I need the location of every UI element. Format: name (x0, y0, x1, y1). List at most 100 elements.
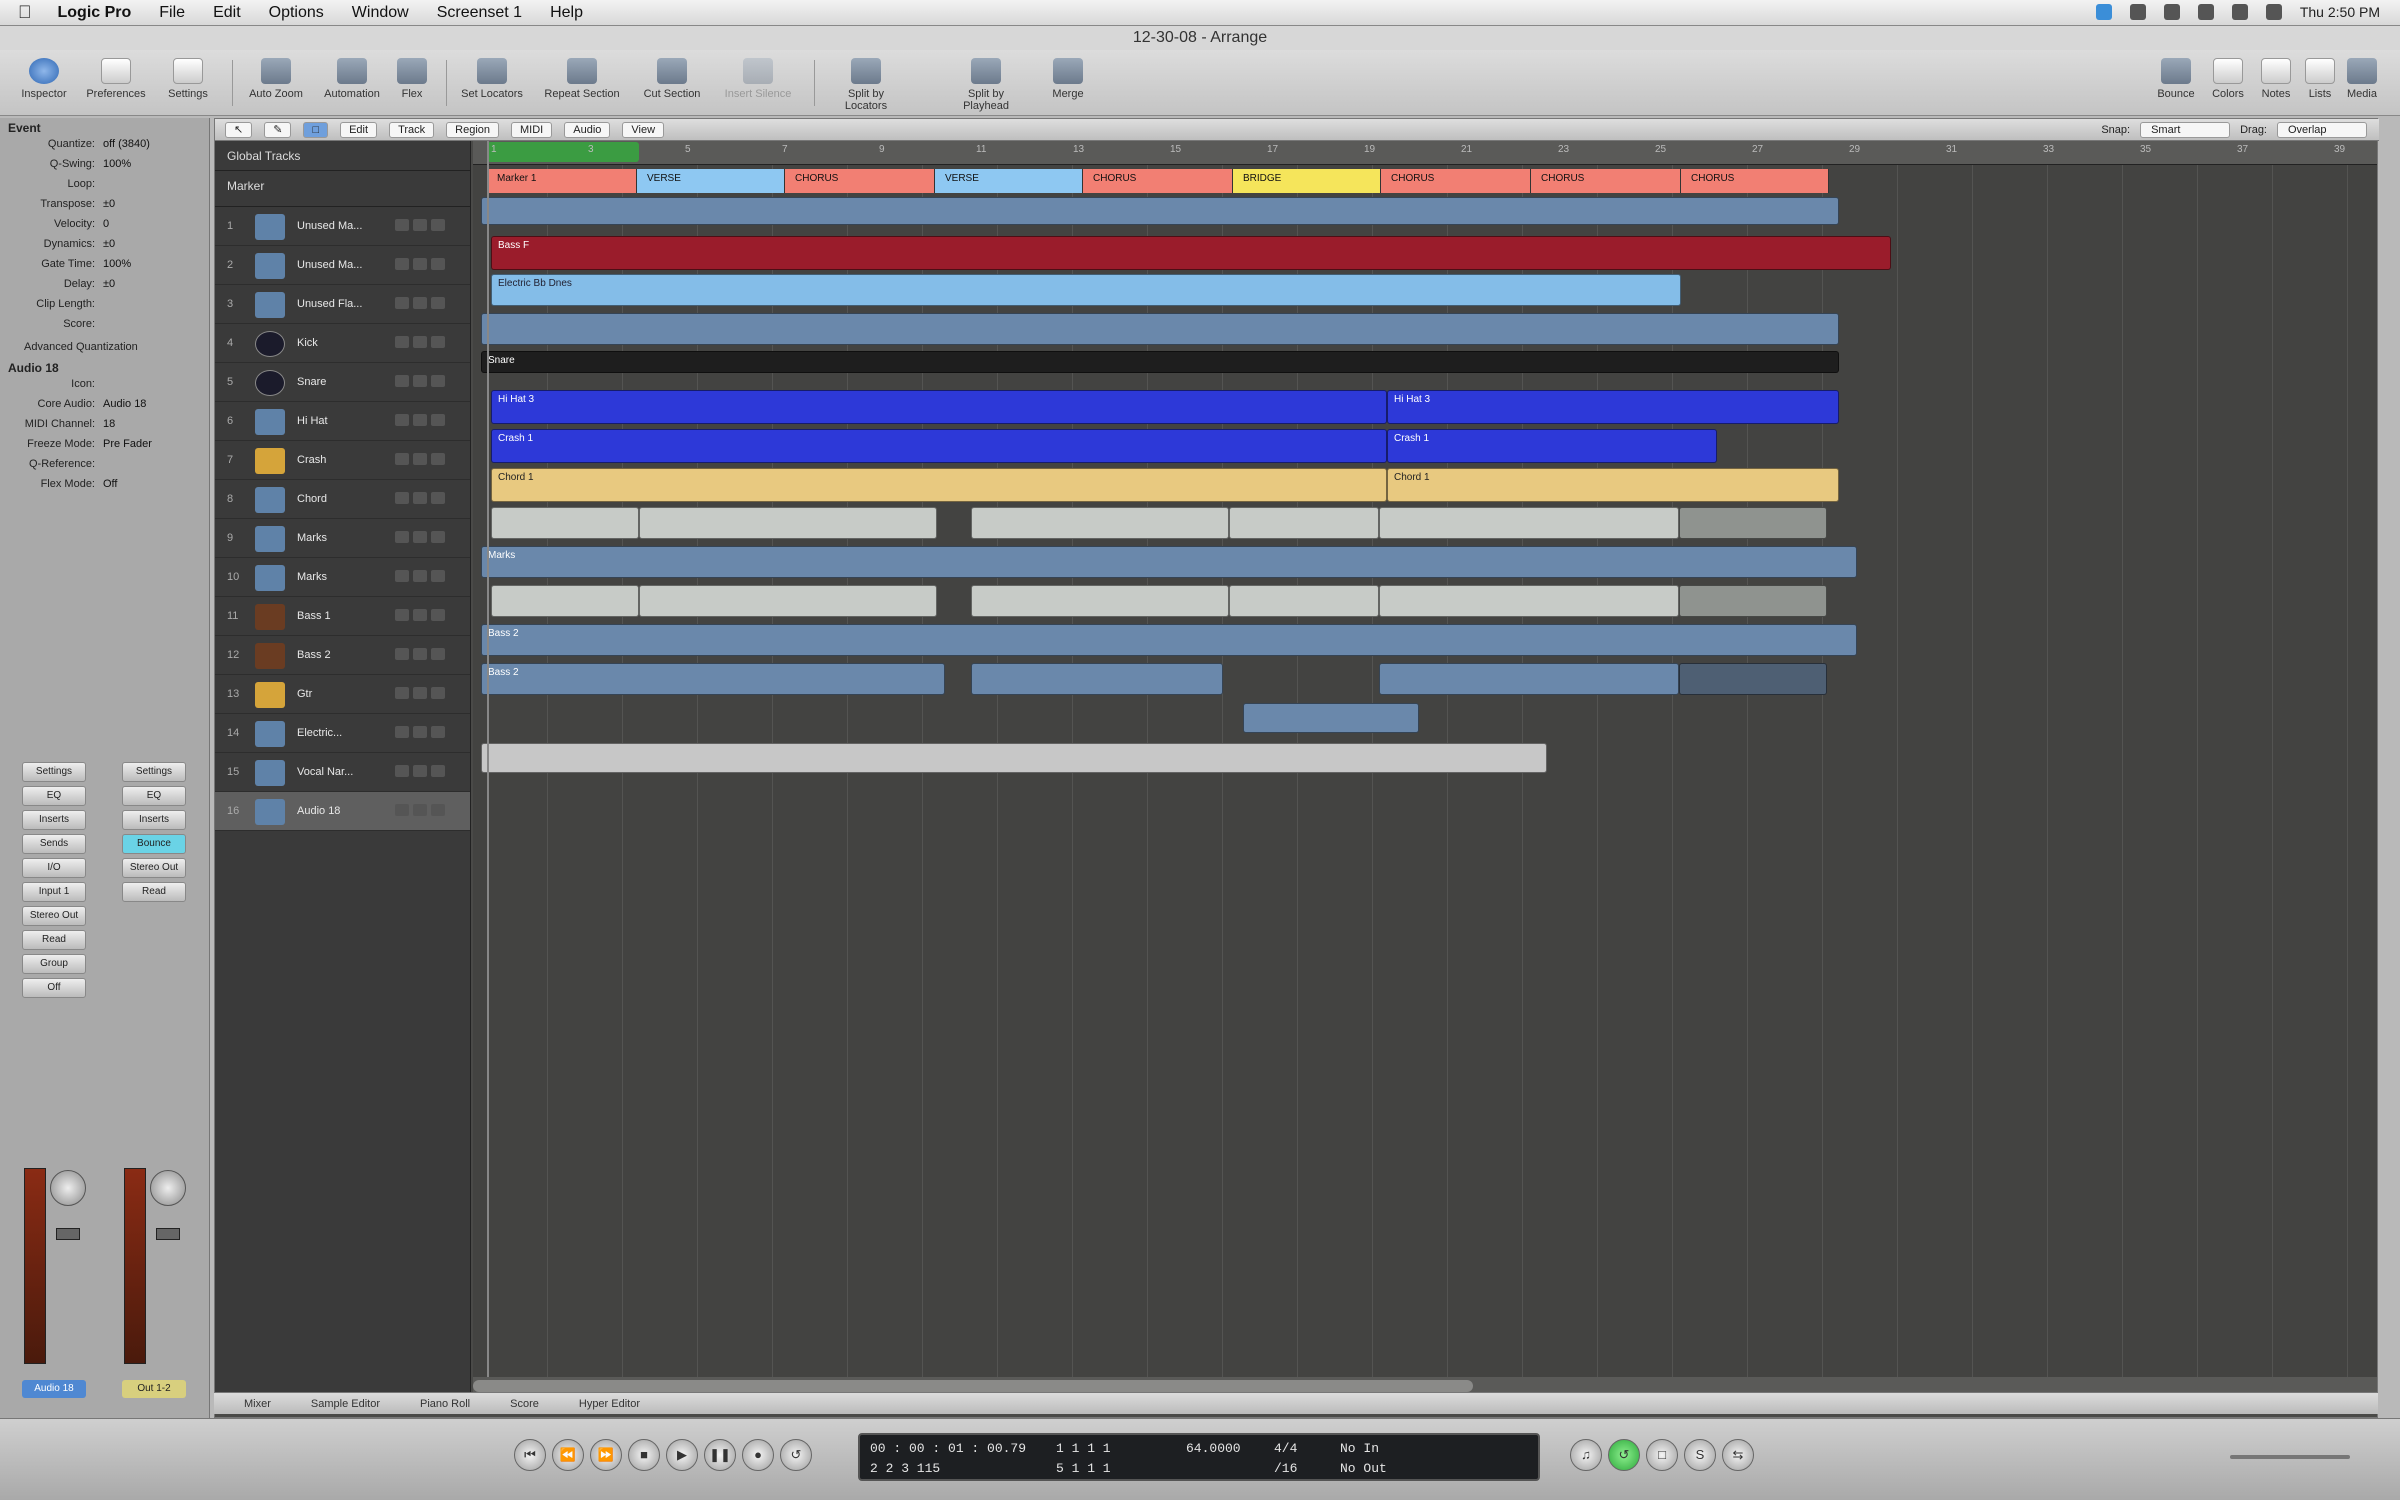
strip-button[interactable]: Off (22, 978, 86, 998)
track-icon[interactable] (255, 253, 285, 279)
flex-button[interactable]: Flex (372, 58, 452, 100)
region[interactable] (1229, 507, 1379, 539)
region[interactable]: Snare (481, 351, 1839, 373)
record-enable-button[interactable] (431, 336, 445, 348)
menu-screenset[interactable]: Screenset 1 (437, 4, 522, 22)
track-param-row[interactable]: Q-Reference: (0, 458, 209, 478)
param-value[interactable]: 100% (103, 258, 131, 278)
app-status-icon[interactable] (2095, 4, 2112, 20)
bluetooth-icon[interactable] (2163, 4, 2180, 20)
param-value[interactable]: 0 (103, 218, 109, 238)
record-enable-button[interactable] (431, 765, 445, 777)
param-value[interactable]: 18 (103, 418, 115, 438)
menu-edit[interactable]: Edit (340, 121, 378, 138)
tab-score[interactable]: Score (510, 1398, 539, 1410)
track-name[interactable]: Bass 1 (297, 610, 331, 622)
region[interactable] (481, 743, 1547, 773)
metronome-button[interactable]: ♫ (1570, 1439, 1602, 1471)
strip-button[interactable]: Settings (22, 762, 86, 782)
param-value[interactable]: ±0 (103, 198, 115, 218)
inspector-row[interactable]: Q-Swing: 100% (0, 158, 209, 178)
menu-options[interactable]: Options (269, 4, 324, 22)
track-name[interactable]: Bass 2 (297, 649, 331, 661)
settings-button[interactable]: Settings (148, 58, 228, 100)
param-value[interactable]: Audio 18 (103, 398, 146, 418)
inspector-row[interactable]: Loop: (0, 178, 209, 198)
mute-button[interactable] (395, 336, 409, 348)
strip-button[interactable]: EQ (122, 786, 186, 806)
track-name[interactable]: Unused Ma... (297, 259, 362, 271)
merge-button[interactable]: Merge (1028, 58, 1108, 100)
mute-button[interactable] (395, 570, 409, 582)
mute-button[interactable] (395, 687, 409, 699)
solo-button[interactable] (413, 648, 427, 660)
track-header[interactable]: 10 Marks (215, 558, 470, 597)
menu-window[interactable]: Window (352, 4, 409, 22)
strip-button[interactable]: Bounce (122, 834, 186, 854)
track-name[interactable]: Snare (297, 376, 326, 388)
clock[interactable]: Thu 2:50 PM (2300, 4, 2380, 20)
menu-track[interactable]: Track (389, 121, 435, 138)
strip-button[interactable]: Stereo Out (22, 906, 86, 926)
mute-button[interactable] (395, 492, 409, 504)
track-param-row[interactable]: Core Audio: Audio 18 (0, 398, 209, 418)
solo-button[interactable] (413, 531, 427, 543)
param-value[interactable]: 100% (103, 158, 131, 178)
strip-button[interactable]: Sends (22, 834, 86, 854)
track-param-row[interactable]: Flex Mode: Off (0, 478, 209, 498)
param-value[interactable]: Pre Fader (103, 438, 152, 458)
inspector-row[interactable]: Gate Time: 100% (0, 258, 209, 278)
record-enable-button[interactable] (431, 219, 445, 231)
menu-help[interactable]: Help (550, 4, 583, 22)
region[interactable] (639, 585, 937, 617)
preferences-button[interactable]: Preferences (76, 58, 156, 100)
solo-button[interactable] (413, 687, 427, 699)
inspector-row[interactable]: Delay: ±0 (0, 278, 209, 298)
record-enable-button[interactable] (431, 648, 445, 660)
marker[interactable]: CHORUS (1531, 169, 1681, 193)
strip-button[interactable]: Inserts (22, 810, 86, 830)
pointer-tool[interactable]: ↖ (225, 121, 253, 138)
track-icon[interactable] (255, 448, 285, 474)
region[interactable] (639, 507, 937, 539)
region[interactable]: Bass 2 (481, 624, 1857, 656)
track-header[interactable]: 4 Kick (215, 324, 470, 363)
region[interactable]: Hi Hat 3 (1387, 390, 1839, 424)
track-header[interactable]: 15 Vocal Nar... (215, 753, 470, 792)
mute-button[interactable] (395, 258, 409, 270)
track-header[interactable]: 11 Bass 1 (215, 597, 470, 636)
volume-icon[interactable] (2231, 4, 2248, 20)
solo-button[interactable] (413, 258, 427, 270)
event-section-title[interactable]: Event (0, 118, 209, 138)
record-button[interactable]: ● (742, 1439, 774, 1471)
track-icon[interactable] (255, 331, 285, 357)
region[interactable]: Crash 1 (1387, 429, 1717, 463)
strip-button[interactable]: Read (122, 882, 186, 902)
region[interactable] (1229, 585, 1379, 617)
menu-view[interactable]: View (622, 121, 665, 138)
region[interactable]: Chord 1 (491, 468, 1387, 502)
region[interactable]: Marks (481, 546, 1857, 578)
region[interactable] (1679, 663, 1827, 695)
strip-button[interactable]: Settings (122, 762, 186, 782)
advanced-quantization[interactable]: Advanced Quantization (0, 338, 209, 358)
strip-button[interactable]: Input 1 (22, 882, 86, 902)
region[interactable] (1679, 507, 1827, 539)
transport-display[interactable]: 00 : 00 : 01 : 00.79 2 2 3 115 1 1 1 1 5… (858, 1433, 1540, 1481)
record-enable-button[interactable] (431, 687, 445, 699)
tab-hyper-editor[interactable]: Hyper Editor (579, 1398, 640, 1410)
inspector-button[interactable]: Inspector (4, 58, 84, 100)
record-enable-button[interactable] (431, 453, 445, 465)
auto-zoom-button[interactable]: Auto Zoom (236, 58, 316, 100)
solo-button[interactable] (413, 219, 427, 231)
record-enable-button[interactable] (431, 297, 445, 309)
solo-button[interactable] (413, 765, 427, 777)
track-icon[interactable] (255, 682, 285, 708)
cycle-button[interactable]: ↺ (1608, 1439, 1640, 1471)
drag-select[interactable]: Overlap (2277, 121, 2367, 138)
menu-logic-pro[interactable]: Logic Pro (58, 4, 132, 22)
track-name[interactable]: Unused Ma... (297, 220, 362, 232)
strip-button[interactable]: I/O (22, 858, 86, 878)
track-header[interactable]: 1 Unused Ma... (215, 207, 470, 246)
mute-button[interactable] (395, 765, 409, 777)
